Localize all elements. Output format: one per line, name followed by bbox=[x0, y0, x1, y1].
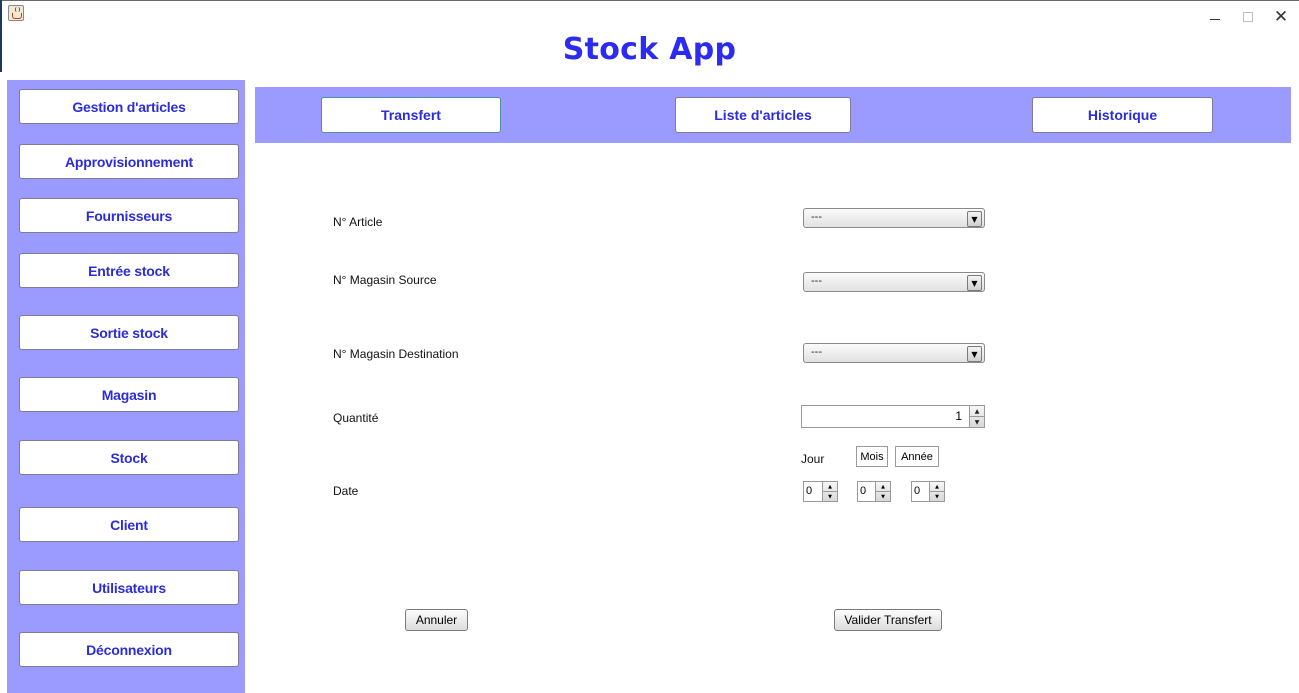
year-value: 0 bbox=[914, 485, 921, 497]
article-select-value: --- bbox=[811, 211, 822, 223]
month-stepper[interactable]: 0 ▲ ▼ bbox=[857, 481, 891, 502]
sidebar-item-deconnexion[interactable]: Déconnexion bbox=[19, 632, 239, 667]
day-label: Jour bbox=[801, 452, 825, 466]
tab-liste-articles[interactable]: Liste d'articles bbox=[675, 97, 851, 133]
article-select[interactable]: --- ▼ bbox=[803, 208, 985, 228]
sidebar-item-client[interactable]: Client bbox=[19, 507, 239, 542]
day-value: 0 bbox=[806, 485, 813, 497]
spinner-down-icon[interactable]: ▼ bbox=[823, 491, 837, 501]
month-header: Mois bbox=[856, 446, 888, 467]
chevron-down-icon[interactable]: ▼ bbox=[967, 346, 982, 362]
year-label: Année bbox=[901, 450, 933, 463]
app-title: Stock App bbox=[562, 32, 737, 67]
spinner-up-icon[interactable]: ▲ bbox=[970, 406, 984, 416]
sidebar-item-utilisateurs[interactable]: Utilisateurs bbox=[19, 570, 239, 605]
destination-select-value: --- bbox=[811, 346, 822, 358]
source-select-value: --- bbox=[811, 275, 822, 287]
tab-transfert[interactable]: Transfert bbox=[321, 97, 501, 133]
spinner-up-icon[interactable]: ▲ bbox=[930, 482, 944, 491]
source-select[interactable]: --- ▼ bbox=[803, 272, 985, 292]
year-header: Année bbox=[895, 446, 939, 467]
tab-bar: Transfert Liste d'articles Historique bbox=[255, 87, 1291, 143]
article-label: N° Article bbox=[333, 215, 383, 229]
close-icon[interactable]: ✕ bbox=[1266, 6, 1296, 28]
sidebar-item-entree-stock[interactable]: Entrée stock bbox=[19, 253, 239, 288]
sidebar: Gestion d'articles Approvisionnement Fou… bbox=[7, 80, 245, 693]
quantity-value: 1 bbox=[955, 409, 962, 423]
month-value: 0 bbox=[860, 485, 867, 497]
destination-select[interactable]: --- ▼ bbox=[803, 343, 985, 363]
date-label: Date bbox=[333, 484, 359, 498]
spinner-up-icon[interactable]: ▲ bbox=[876, 482, 890, 491]
sidebar-item-approvisionnement[interactable]: Approvisionnement bbox=[19, 144, 239, 179]
sidebar-item-gestion-articles[interactable]: Gestion d'articles bbox=[19, 89, 239, 124]
chevron-down-icon[interactable]: ▼ bbox=[967, 211, 982, 227]
maximize-icon[interactable] bbox=[1233, 6, 1263, 28]
minimize-icon[interactable] bbox=[1200, 6, 1230, 28]
sidebar-item-sortie-stock[interactable]: Sortie stock bbox=[19, 315, 239, 350]
java-cup-icon[interactable] bbox=[8, 5, 24, 21]
sidebar-item-magasin[interactable]: Magasin bbox=[19, 377, 239, 412]
tab-historique[interactable]: Historique bbox=[1032, 97, 1213, 133]
sidebar-item-stock[interactable]: Stock bbox=[19, 440, 239, 475]
quantity-stepper[interactable]: 1 ▲ ▼ bbox=[801, 405, 985, 428]
spinner-down-icon[interactable]: ▼ bbox=[970, 416, 984, 427]
quantity-label: Quantité bbox=[333, 411, 379, 425]
chevron-down-icon[interactable]: ▼ bbox=[967, 275, 982, 291]
destination-label: N° Magasin Destination bbox=[333, 347, 459, 361]
spinner-down-icon[interactable]: ▼ bbox=[930, 491, 944, 501]
year-stepper[interactable]: 0 ▲ ▼ bbox=[911, 481, 945, 502]
month-label: Mois bbox=[860, 450, 884, 463]
cancel-button[interactable]: Annuler bbox=[405, 609, 468, 631]
spinner-up-icon[interactable]: ▲ bbox=[823, 482, 837, 491]
source-label: N° Magasin Source bbox=[333, 273, 437, 287]
validate-transfer-button[interactable]: Valider Transfert bbox=[834, 609, 942, 631]
sidebar-item-fournisseurs[interactable]: Fournisseurs bbox=[19, 198, 239, 233]
day-stepper[interactable]: 0 ▲ ▼ bbox=[803, 481, 838, 502]
spinner-down-icon[interactable]: ▼ bbox=[876, 491, 890, 501]
